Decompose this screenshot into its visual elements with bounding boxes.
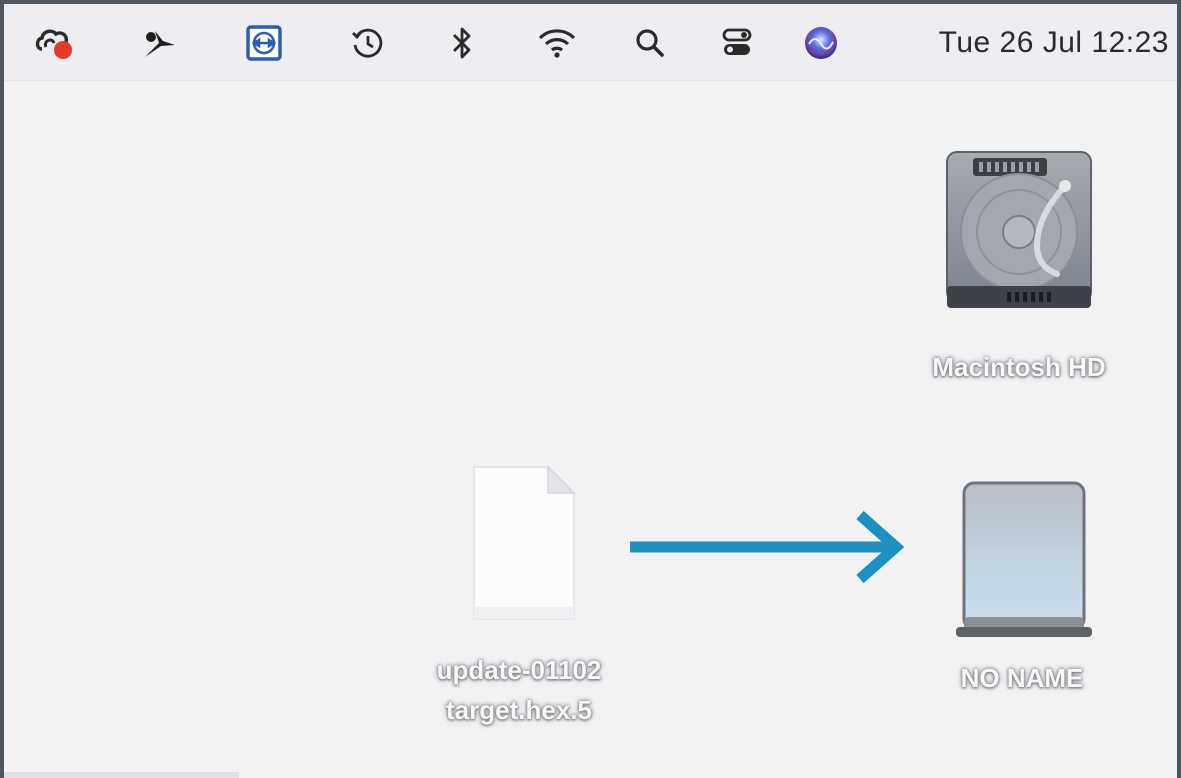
desktop-item-label: NO NAME — [960, 663, 1084, 693]
document-file-icon — [444, 459, 594, 629]
desktop: Macintosh HD update-01102 target.hex.5 N… — [4, 81, 1177, 778]
desktop-item-label: Macintosh HD — [932, 352, 1106, 382]
spotlight-search-icon[interactable] — [630, 23, 670, 63]
external-drive-icon — [942, 471, 1102, 645]
window-edge — [4, 772, 239, 778]
control-center-icon[interactable] — [718, 23, 758, 63]
desktop-item-no-name-drive[interactable]: NO NAME — [912, 471, 1132, 695]
desktop-item-macintosh-hd[interactable]: Macintosh HD — [890, 146, 1148, 384]
screen-frame: Tue 26 Jul 12:23 Macintosh HD update-011… — [0, 0, 1181, 778]
wifi-icon[interactable] — [537, 23, 577, 63]
desktop-item-label-line2: target.hex.5 — [446, 695, 592, 725]
menubar-clock[interactable]: Tue 26 Jul 12:23 — [939, 26, 1169, 60]
desktop-item-update-file[interactable]: update-01102 target.hex.5 — [388, 459, 650, 727]
creative-cloud-status-icon[interactable] — [34, 23, 74, 63]
drag-arrow-annotation — [630, 510, 905, 584]
time-machine-icon[interactable] — [348, 23, 388, 63]
siri-icon[interactable] — [801, 23, 841, 63]
internal-hard-drive-icon — [937, 146, 1101, 316]
menu-bar: Tue 26 Jul 12:23 — [4, 4, 1177, 81]
teamviewer-icon[interactable] — [244, 23, 284, 63]
desktop-item-label-line1: update-01102 — [436, 655, 602, 685]
bird-app-icon[interactable] — [140, 23, 180, 63]
bluetooth-icon[interactable] — [442, 23, 482, 63]
